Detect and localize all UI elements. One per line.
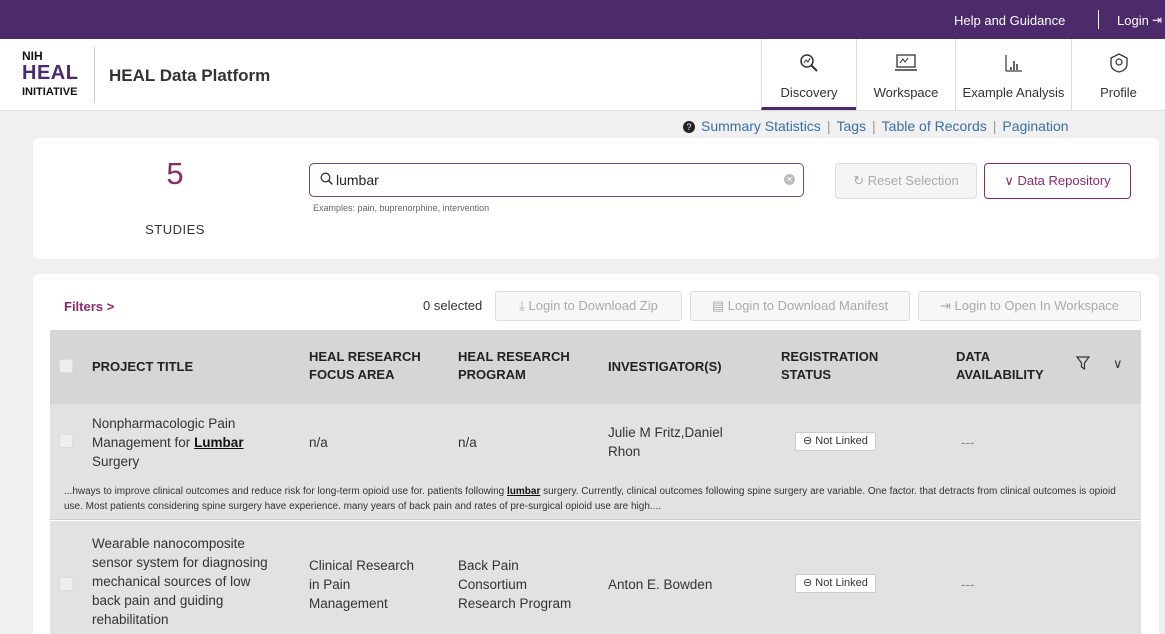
focus-area: Clinical Research in Pain Management — [309, 558, 415, 611]
column-investigators[interactable]: INVESTIGATOR(S) — [608, 358, 722, 376]
topbar-separator — [1098, 10, 1099, 29]
export-icon: ⇥ — [939, 298, 951, 313]
program: Back Pain Consortium Research Program — [458, 558, 572, 611]
program: n/a — [458, 435, 477, 450]
row-checkbox[interactable] — [59, 577, 73, 591]
download-manifest-label: Login to Download Manifest — [727, 298, 889, 313]
registration-status-badge: ⊖ Not Linked — [795, 574, 876, 593]
workspace-icon — [857, 53, 955, 73]
filters-label: Filters — [64, 299, 104, 314]
nav-workspace[interactable]: Workspace — [856, 39, 955, 110]
link-separator: | — [872, 118, 876, 134]
profile-icon — [1072, 53, 1165, 73]
chevron-down-icon[interactable]: ∨ — [1113, 356, 1123, 372]
row-checkbox[interactable] — [59, 434, 73, 448]
search-box[interactable]: ✕ — [309, 163, 804, 197]
investigators: Julie M Fritz,Daniel Rhon — [608, 425, 723, 459]
download-zip-label: Login to Download Zip — [528, 298, 658, 313]
logo-divider — [94, 47, 95, 103]
search-highlight: lumbar — [507, 486, 541, 497]
selected-count: 0 selected — [423, 298, 483, 313]
table-row[interactable]: Nonpharmacologic Pain Management for Lumb… — [50, 404, 1141, 520]
logo-heal: HEAL — [22, 62, 79, 84]
chevron-right-icon: > — [106, 299, 115, 314]
open-workspace-label: Login to Open In Workspace — [954, 298, 1120, 313]
minus-circle-icon: ⊖ — [803, 435, 813, 447]
nav-example-analysis[interactable]: Example Analysis — [955, 39, 1071, 110]
data-repository-label: Data Repository — [1017, 173, 1111, 188]
login-link[interactable]: Login — [1117, 13, 1149, 28]
search-snippet: ...hways to improve clinical outcomes an… — [64, 486, 1116, 512]
data-availability: --- — [961, 435, 975, 450]
nav-discovery[interactable]: Discovery — [761, 39, 856, 110]
investigators: Anton E. Bowden — [608, 577, 713, 592]
results-card: Filters > 0 selected ⤓ Login to Download… — [33, 274, 1159, 634]
data-availability: --- — [961, 577, 975, 592]
table-header: PROJECT TITLE HEAL RESEARCH FOCUS AREA HE… — [50, 330, 1141, 404]
chevron-down-icon: ∨ — [1004, 173, 1014, 188]
summary-statistics-link[interactable]: Summary Statistics — [701, 118, 821, 134]
help-link[interactable]: Help and Guidance — [954, 13, 1065, 28]
page-links: ? Summary Statistics | Tags | Table of Record… — [683, 118, 1069, 134]
file-icon: ▤ — [711, 298, 725, 313]
logo-nih: NIH — [22, 49, 43, 63]
column-registration-status[interactable]: REGISTRATION STATUS — [781, 348, 878, 384]
filter-icon[interactable] — [1075, 356, 1091, 375]
download-icon: ⤓ — [519, 298, 525, 313]
table-of-records-link[interactable]: Table of Records — [882, 118, 987, 134]
help-icon: ? — [683, 121, 695, 133]
reset-selection-label: Reset Selection — [867, 173, 959, 188]
column-focus-area[interactable]: HEAL RESEARCH FOCUS AREA — [309, 348, 421, 384]
study-count: 5 — [166, 156, 184, 191]
table-row[interactable]: Wearable nanocomposite sensor system for … — [50, 521, 1141, 634]
reset-selection-button[interactable]: ↻ Reset Selection — [835, 163, 977, 199]
link-separator: | — [992, 118, 997, 134]
search-input[interactable] — [336, 170, 776, 190]
search-icon — [320, 172, 333, 188]
brand-title[interactable]: HEAL Data Platform — [109, 66, 270, 86]
pagination-link[interactable]: Pagination — [1002, 118, 1068, 134]
project-title[interactable]: Nonpharmacologic Pain Management for Lumb… — [92, 414, 282, 471]
reset-icon: ↻ — [853, 173, 865, 188]
tags-link[interactable]: Tags — [836, 118, 866, 134]
open-workspace-button[interactable]: ⇥ Login to Open In Workspace — [918, 291, 1141, 321]
header: NIH HEAL INITIATIVE HEAL Data Platform D… — [0, 39, 1165, 111]
column-program[interactable]: HEAL RESEARCH PROGRAM — [458, 348, 570, 384]
study-count-label: STUDIES — [145, 222, 205, 237]
clear-search-icon[interactable]: ✕ — [784, 174, 795, 185]
chart-icon — [956, 53, 1071, 73]
nav-label: Profile — [1100, 85, 1137, 100]
minus-circle-icon: ⊖ — [803, 577, 813, 589]
nav-label: Discovery — [780, 85, 838, 100]
column-data-availability[interactable]: DATA AVAILABILITY — [956, 348, 1044, 384]
search-highlight: Lumbar — [194, 435, 244, 450]
registration-status-badge: ⊖ Not Linked — [795, 432, 876, 451]
download-zip-button[interactable]: ⤓ Login to Download Zip — [495, 291, 682, 321]
column-project-title[interactable]: PROJECT TITLE — [92, 358, 193, 376]
nav-label: Workspace — [873, 85, 939, 100]
select-all-checkbox[interactable] — [59, 359, 73, 373]
logo-initiative: INITIATIVE — [22, 86, 78, 98]
project-title[interactable]: Wearable nanocomposite sensor system for … — [92, 534, 292, 629]
download-manifest-button[interactable]: ▤ Login to Download Manifest — [690, 291, 910, 321]
heal-logo[interactable]: NIH HEAL INITIATIVE — [22, 49, 92, 101]
nav-label: Example Analysis — [962, 85, 1065, 100]
top-bar: Help and Guidance Login ⇥ — [0, 0, 1165, 39]
search-examples: Examples: pain, buprenorphine, intervent… — [313, 203, 490, 213]
nav-profile[interactable]: Profile — [1071, 39, 1165, 110]
focus-area: n/a — [309, 435, 328, 450]
link-separator: | — [826, 118, 831, 134]
discovery-icon — [762, 53, 856, 73]
filters-toggle[interactable]: Filters > — [64, 299, 114, 314]
login-icon[interactable]: ⇥ — [1152, 13, 1162, 27]
data-repository-button[interactable]: ∨ Data Repository — [984, 163, 1131, 199]
search-card: 5 STUDIES ✕ Examples: pain, buprenorphin… — [33, 138, 1159, 259]
